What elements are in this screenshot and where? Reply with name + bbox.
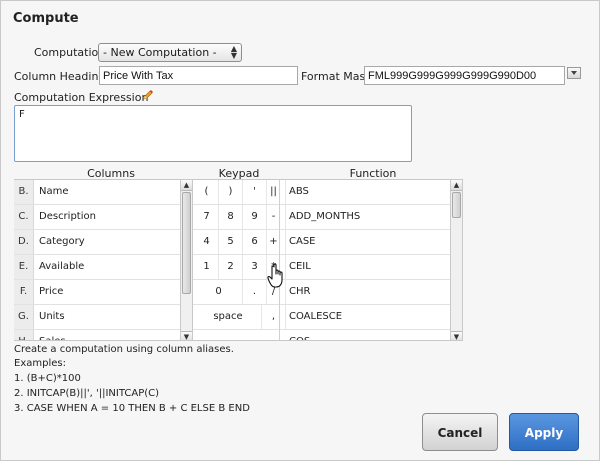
function-scrollbar[interactable]: ▲ ▼ [450, 180, 463, 340]
keypad-key[interactable]: 0 [195, 280, 243, 304]
column-letter: E. [14, 255, 34, 279]
keypad-key[interactable]: - [262, 205, 286, 229]
function-item[interactable]: COS [289, 330, 310, 340]
dialog-title: Compute [13, 11, 79, 26]
column-letter: D. [14, 230, 34, 254]
help-example: 1. (B+C)*100 [14, 373, 81, 384]
column-heading-input[interactable] [99, 66, 298, 85]
table-row: H. Sales COS [14, 330, 463, 340]
format-mask-label: Format Mask [301, 70, 372, 83]
help-intro: Create a computation using column aliase… [14, 344, 234, 355]
function-item[interactable]: CHR [289, 280, 310, 304]
computation-expression-textarea[interactable]: F [14, 105, 412, 162]
column-item[interactable]: Name [39, 180, 69, 204]
column-item[interactable]: Sales [39, 330, 66, 340]
pencil-icon[interactable] [142, 89, 154, 101]
function-item[interactable]: COALESCE [289, 305, 342, 329]
keypad-key[interactable]: || [262, 180, 286, 204]
function-item[interactable]: CEIL [289, 255, 311, 279]
computation-expression-label: Computation Expression [14, 91, 149, 104]
scroll-down-icon[interactable]: ▼ [181, 331, 192, 340]
help-examples-label: Examples: [14, 358, 66, 369]
keypad-key[interactable]: ( [195, 180, 219, 204]
keypad-key[interactable]: 4 [195, 230, 219, 254]
apply-button[interactable]: Apply [509, 413, 579, 451]
keypad-key[interactable]: + [262, 230, 286, 254]
keypad-key[interactable]: , [262, 305, 286, 329]
help-example: 2. INITCAP(B)||', '||INITCAP(C) [14, 388, 160, 399]
table-row: C. Description 7 8 9 - ADD_MONTHS [14, 205, 463, 230]
keypad-key[interactable]: space [195, 305, 262, 329]
scroll-down-icon[interactable]: ▼ [451, 331, 462, 340]
keypad-key[interactable]: 2 [219, 255, 243, 279]
help-example: 3. CASE WHEN A = 10 THEN B + C ELSE B EN… [14, 403, 250, 414]
column-item[interactable]: Price [39, 280, 63, 304]
table-row: E. Available 1 2 3 * CEIL [14, 255, 463, 280]
function-item[interactable]: ADD_MONTHS [289, 205, 360, 229]
scroll-up-icon[interactable]: ▲ [181, 180, 192, 191]
column-letter: G. [14, 305, 34, 329]
column-letter: B. [14, 180, 34, 204]
column-heading-label: Column Heading [14, 70, 106, 83]
table-row: F. Price 0 . / CHR [14, 280, 463, 305]
function-scrollbar-thumb[interactable] [452, 192, 461, 218]
dropdown-arrow-icon [571, 71, 577, 75]
column-letter: H. [14, 330, 34, 340]
computation-select[interactable]: - New Computation - ▲ ▼ [98, 43, 242, 62]
table-row: B. Name ( ) ' || ABS [14, 180, 463, 205]
hand-pointer-icon [267, 263, 283, 288]
up-down-arrows-icon: ▲ ▼ [230, 44, 237, 60]
table-row: G. Units space , COALESCE [14, 305, 463, 330]
table-row: D. Category 4 5 6 + CASE [14, 230, 463, 255]
column-item[interactable]: Available [39, 255, 84, 279]
column-item[interactable]: Category [39, 230, 85, 254]
keypad-key[interactable]: 5 [219, 230, 243, 254]
columns-scrollbar-thumb[interactable] [182, 192, 191, 294]
scroll-up-icon[interactable]: ▲ [451, 180, 462, 191]
keypad-key[interactable]: 1 [195, 255, 219, 279]
column-letter: C. [14, 205, 34, 229]
computation-label: Computation [34, 46, 106, 59]
keypad-key[interactable]: 7 [195, 205, 219, 229]
column-divider [279, 180, 280, 340]
function-item[interactable]: ABS [289, 180, 309, 204]
cancel-button[interactable]: Cancel [422, 413, 498, 451]
column-item[interactable]: Description [39, 205, 96, 229]
column-item[interactable]: Units [39, 305, 65, 329]
function-item[interactable]: CASE [289, 230, 316, 254]
computation-select-value: - New Computation - [103, 46, 217, 59]
format-mask-dropdown-button[interactable] [567, 67, 581, 79]
compute-dialog: Compute Computation - New Computation - … [0, 0, 600, 461]
keypad-key[interactable]: ) [219, 180, 243, 204]
columns-scrollbar[interactable]: ▲ ▼ [180, 180, 193, 340]
format-mask-input[interactable] [364, 66, 565, 85]
keypad-key[interactable]: 8 [219, 205, 243, 229]
expression-builder-table: B. Name ( ) ' || ABS C. Description 7 8 … [14, 179, 463, 341]
column-letter: F. [14, 280, 34, 304]
